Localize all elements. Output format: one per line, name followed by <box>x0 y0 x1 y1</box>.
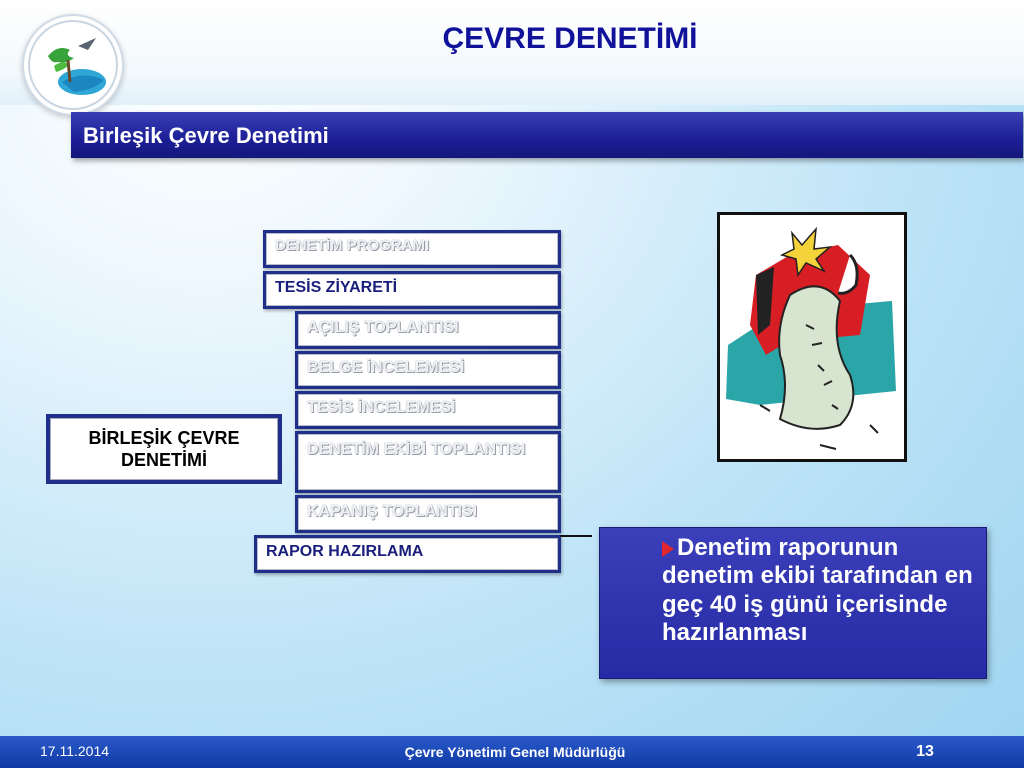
step-belge-incelemesi: BELGE İNCELEMESİ <box>295 351 561 389</box>
footer-page-number: 13 <box>916 743 934 760</box>
step-denetim-ekibi-toplantisi: DENETİM EKİBİ TOPLANTISI <box>295 431 561 493</box>
step-label: RAPOR HAZIRLAMA <box>257 538 558 570</box>
footer-bar: 17.11.2014 Çevre Yönetimi Genel Müdürlüğ… <box>0 736 1024 768</box>
step-kapanis-toplantisi: KAPANIŞ TOPLANTISI <box>295 495 561 533</box>
step-rapor-hazirlama: RAPOR HAZIRLAMA <box>254 535 561 573</box>
step-acilis-toplantisi: AÇILIŞ TOPLANTISI <box>295 311 561 349</box>
footer-date: 17.11.2014 <box>40 743 110 759</box>
step-label: TESİS İNCELEMESİ <box>298 394 558 426</box>
subtitle-bar: Birleşik Çevre Denetimi <box>71 112 1023 158</box>
info-text: Denetim raporunun denetim ekibi tarafınd… <box>662 534 973 646</box>
subtitle-text: Birleşik Çevre Denetimi <box>83 123 329 148</box>
step-label: KAPANIŞ TOPLANTISI <box>298 498 558 530</box>
step-denetim-programi: DENETİM PROGRAMI <box>263 230 561 268</box>
step-label: AÇILIŞ TOPLANTISI <box>298 314 558 346</box>
step-label: DENETİM PROGRAMI <box>266 233 558 265</box>
connector-line <box>560 535 592 537</box>
document-clipart-icon <box>717 212 907 462</box>
red-arrow-bullet-icon <box>662 540 674 557</box>
step-tesis-incelemesi: TESİS İNCELEMESİ <box>295 391 561 429</box>
step-label: DENETİM EKİBİ TOPLANTISI <box>298 434 558 490</box>
page-title: ÇEVRE DENETİMİ <box>442 22 698 55</box>
main-topic-box: BİRLEŞİK ÇEVRE DENETİMİ <box>46 414 282 484</box>
info-text-block: Denetim raporunun denetim ekibi tarafınd… <box>662 534 982 647</box>
step-label: BELGE İNCELEMESİ <box>298 354 558 386</box>
step-tesis-ziyareti: TESİS ZİYARETİ <box>263 271 561 309</box>
info-callout: Denetim raporunun denetim ekibi tarafınd… <box>599 527 987 679</box>
footer-organization: Çevre Yönetimi Genel Müdürlüğü <box>404 744 626 760</box>
main-topic-line2: DENETİMİ <box>120 450 207 470</box>
main-topic-label: BİRLEŞİK ÇEVRE DENETİMİ <box>50 418 278 480</box>
ministry-logo-icon <box>22 14 124 116</box>
main-topic-line1: BİRLEŞİK ÇEVRE <box>88 427 240 448</box>
step-label: TESİS ZİYARETİ <box>266 274 558 306</box>
